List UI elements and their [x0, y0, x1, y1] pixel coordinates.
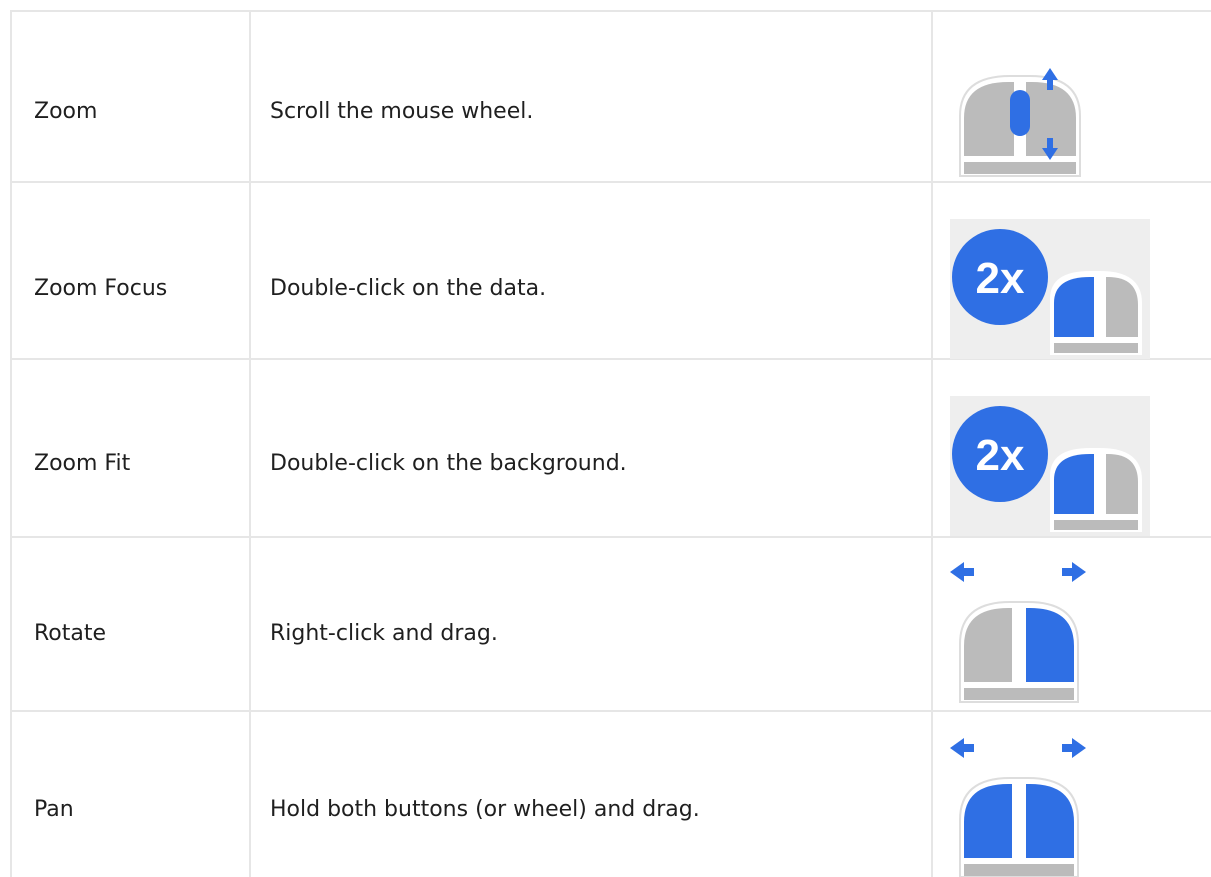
right-drag-mouse-icon: [950, 558, 1160, 708]
action-label: Zoom: [34, 99, 98, 124]
zoom-badge-text: 2x: [976, 431, 1025, 480]
mouse-wheel-scroll-icon: [950, 56, 1160, 186]
action-label: Rotate: [34, 621, 107, 646]
both-buttons-drag-mouse-icon: [950, 734, 1160, 877]
table-row-zoom: Zoom Scroll the mouse wheel.: [10, 12, 1211, 183]
action-label: Zoom Fit: [34, 451, 131, 476]
action-description: Double-click on the background.: [270, 451, 627, 476]
action-description: Double-click on the data.: [270, 276, 547, 301]
action-label: Zoom Focus: [34, 276, 168, 301]
action-description: Right-click and drag.: [270, 621, 498, 646]
zoom-badge-text: 2x: [976, 254, 1025, 303]
action-description: Scroll the mouse wheel.: [270, 99, 534, 124]
table-row-pan: Pan Hold both buttons (or wheel) and dra…: [10, 712, 1211, 877]
table-row-rotate: Rotate Right-click and drag.: [10, 538, 1211, 712]
double-click-mouse-icon: 2x: [950, 219, 1160, 359]
double-click-mouse-icon: 2x: [950, 396, 1160, 536]
action-description: Hold both buttons (or wheel) and drag.: [270, 797, 700, 822]
table-row-zoom-focus: Zoom Focus Double-click on the data. 2x: [10, 183, 1211, 360]
table-row-zoom-fit: Zoom Fit Double-click on the background.…: [10, 360, 1211, 538]
mouse-controls-table: Zoom Scroll the mouse wheel. Zoom Focus …: [10, 10, 1211, 877]
action-label: Pan: [34, 797, 74, 822]
